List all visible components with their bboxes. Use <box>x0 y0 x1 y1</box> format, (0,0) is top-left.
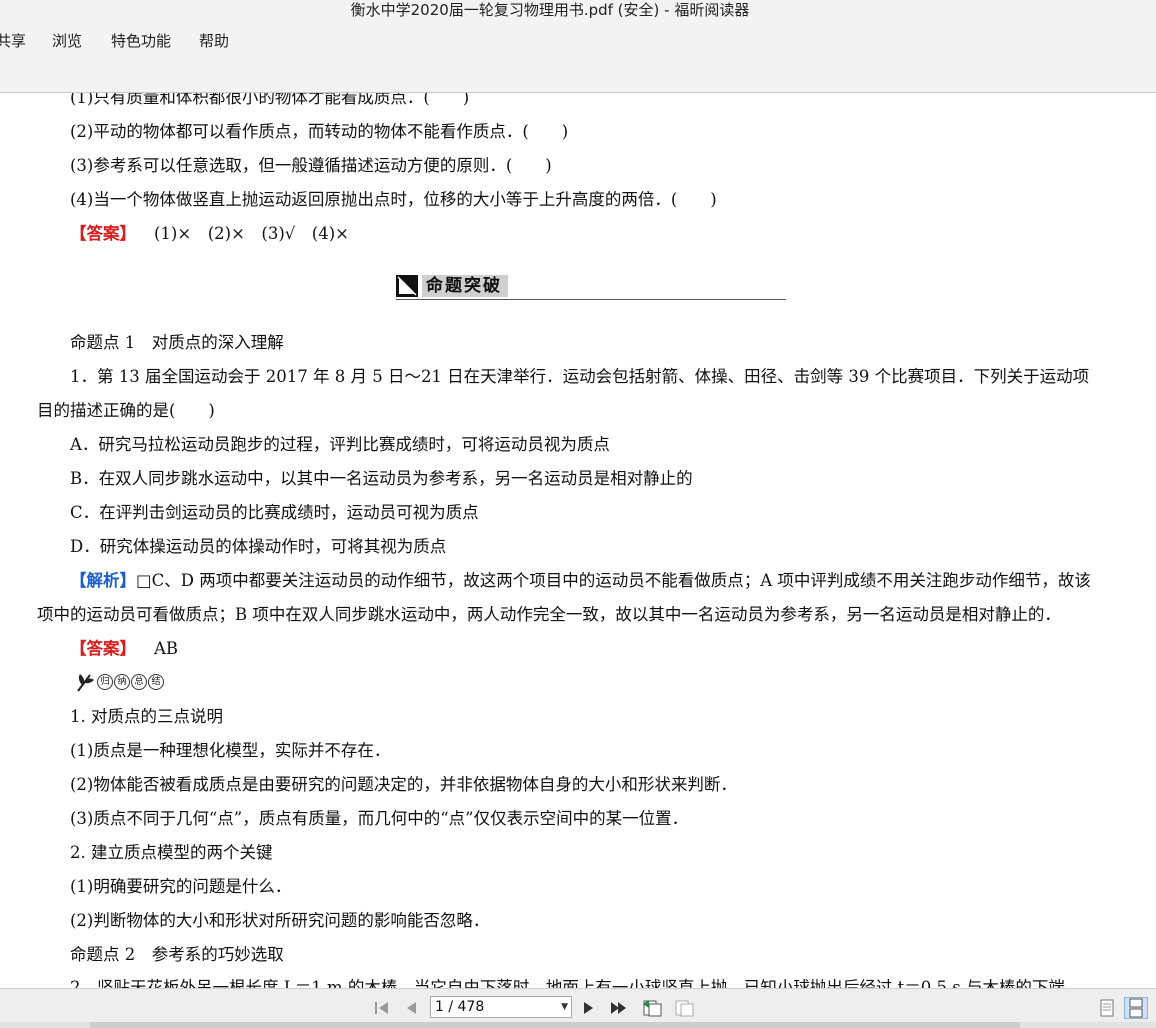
next-view-icon <box>675 1000 694 1017</box>
page-number-field[interactable]: 1 / 478 ▼ <box>430 996 572 1018</box>
section-corner-icon <box>396 275 418 297</box>
summary-char-2: 纳 <box>114 674 130 690</box>
next-page-icon <box>584 1002 593 1014</box>
summary-badge: 归纳总结 <box>76 671 164 695</box>
menu-item-help[interactable]: 帮助 <box>199 30 229 52</box>
judge-answer-text: (1)× (2)× (3)√ (4)× <box>154 224 349 243</box>
summary-line-4: (1)明确要研究的问题是什么． <box>70 877 292 896</box>
previous-view-button[interactable] <box>640 997 664 1019</box>
next-page-button[interactable] <box>580 997 598 1019</box>
section-heading: 命题突破 <box>396 275 786 300</box>
judge-answer: 【答案】 (1)× (2)× (3)√ (4)× <box>70 223 349 245</box>
answer-label: 【答案】 <box>70 224 136 243</box>
point2-title: 命题点 2 参考系的巧妙选取 <box>70 945 284 964</box>
answer-label-2: 【答案】 <box>70 639 136 658</box>
leaf-icon <box>77 674 94 692</box>
last-page-button[interactable] <box>608 997 630 1019</box>
analysis-line1: 【解析】□C、D 两项中都要关注运动员的动作细节，故这两个项目中的运动员不能看做… <box>70 570 1091 592</box>
last-page-icon <box>611 1002 626 1014</box>
judge-item-3: (3)参考系可以任意选取，但一般遵循描述运动方便的原则．( ) <box>70 156 552 175</box>
summary-char-3: 总 <box>131 674 147 690</box>
summary-line-2: (2)物体能否被看成质点是由要研究的问题决定的，并非依据物体自身的大小和形状来判… <box>70 775 737 794</box>
menu-item-share[interactable]: 共享 <box>0 30 26 52</box>
point1-title: 命题点 1 对质点的深入理解 <box>70 333 284 352</box>
previous-page-button[interactable] <box>402 997 420 1019</box>
previous-page-icon <box>407 1002 416 1014</box>
summary-heading-1: 1. 对质点的三点说明 <box>70 707 223 726</box>
question1-line2: 目的描述正确的是( ) <box>37 401 215 420</box>
analysis-label: 【解析】 <box>70 571 136 590</box>
question1-answer-text: AB <box>154 639 179 658</box>
option-b: B．在双人同步跳水运动中，以其中一名运动员为参考系，另一名运动员是相对静止的 <box>70 469 693 488</box>
bottom-toolbar: 1 / 478 ▼ <box>0 988 1156 1028</box>
question2-partial: 2．竖贴天花板外吊一根长度 L＝1 m 的木棒，当它自由下落时，地面上有一小球竖… <box>70 978 1065 988</box>
menu-item-browse[interactable]: 浏览 <box>52 30 82 52</box>
option-c: C．在评判击剑运动员的比赛成绩时，运动员可视为质点 <box>70 503 479 522</box>
analysis-text-1: □C、D 两项中都要关注运动员的动作细节，故这两个项目中的运动员不能看做质点；A… <box>136 571 1091 590</box>
judge-item-1: (1)只有质量和体积都很小的物体才能看成质点．( ) <box>70 93 470 107</box>
single-page-view-button[interactable] <box>1096 997 1118 1019</box>
page-dropdown-arrow-icon[interactable]: ▼ <box>561 997 568 1017</box>
previous-view-icon <box>643 1000 662 1017</box>
judge-item-2: (2)平动的物体都可以看作质点，而转动的物体不能看作质点．( ) <box>70 122 569 141</box>
question1-line1: 1．第 13 届全国运动会于 2017 年 8 月 5 日～21 日在天津举行．… <box>70 367 1090 386</box>
summary-char-4: 结 <box>148 674 164 690</box>
question1-answer: 【答案】 AB <box>70 638 178 660</box>
analysis-line2: 项中的运动员可看做质点；B 项中在双人同步跳水运动中，两人动作完全一致，故以其中… <box>37 605 1061 624</box>
summary-line-1: (1)质点是一种理想化模型，实际并不存在． <box>70 741 391 760</box>
title-and-menu-area: 衡水中学2020届一轮复习物理用书.pdf (安全) - 福昕阅读器 共享 浏览… <box>0 0 1156 93</box>
continuous-page-icon <box>1129 998 1143 1018</box>
document-page[interactable]: (1)只有质量和体积都很小的物体才能看成质点．( ) (2)平动的物体都可以看作… <box>0 93 1156 988</box>
horizontal-scrollbar[interactable] <box>0 1022 1156 1028</box>
menu-item-special-features[interactable]: 特色功能 <box>111 30 171 52</box>
summary-heading-2: 2. 建立质点模型的两个关键 <box>70 843 273 862</box>
section-title: 命题突破 <box>422 275 508 297</box>
page-number-text: 1 / 478 <box>435 999 485 1015</box>
option-a: A．研究马拉松运动员跑步的过程，评判比赛成绩时，可将运动员视为质点 <box>70 435 610 454</box>
continuous-view-button[interactable] <box>1124 997 1148 1019</box>
summary-char-1: 归 <box>97 674 113 690</box>
horizontal-scrollbar-thumb[interactable] <box>90 1022 1020 1028</box>
first-page-button[interactable] <box>372 997 392 1019</box>
window-title: 衡水中学2020届一轮复习物理用书.pdf (安全) - 福昕阅读器 <box>350 1 750 19</box>
next-view-button[interactable] <box>672 997 696 1019</box>
summary-line-3: (3)质点不同于几何“点”，质点有质量，而几何中的“点”仅仅表示空间中的某一位置… <box>70 809 689 828</box>
summary-line-5: (2)判断物体的大小和形状对所研究问题的影响能否忽略． <box>70 911 490 930</box>
first-page-icon <box>375 1002 388 1014</box>
judge-item-4: (4)当一个物体做竖直上抛运动返回原抛出点时，位移的大小等于上升高度的两倍．( … <box>70 190 717 209</box>
option-d: D．研究体操运动员的体操动作时，可将其视为质点 <box>70 537 447 556</box>
single-page-icon <box>1100 999 1114 1017</box>
